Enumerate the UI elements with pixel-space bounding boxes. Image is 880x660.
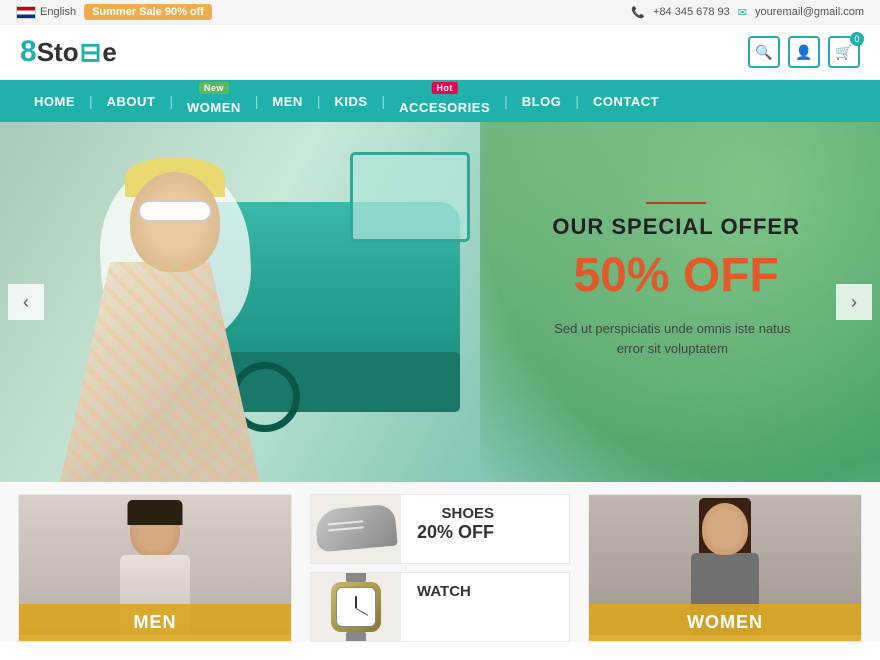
flag-icon: [16, 6, 36, 19]
hero-car-scene: [0, 122, 500, 482]
cart-in-logo-icon: ⊟: [80, 37, 102, 67]
sale-badge: Summer Sale 90% off: [84, 4, 212, 20]
hero-title: OUR SPECIAL OFFER: [552, 214, 800, 240]
watch-hand-hour: [355, 596, 357, 608]
cart-icon: 🛒: [835, 44, 852, 61]
logo-8: 8: [20, 35, 37, 69]
shoes-name: SHOES: [417, 505, 494, 522]
watch-strap-top: [346, 572, 366, 582]
cart-count: 0: [850, 32, 864, 46]
email-icon: ✉: [738, 6, 747, 19]
car-mirror: [350, 152, 470, 242]
women-new-badge: New: [199, 82, 229, 94]
accesories-hot-badge: Hot: [431, 82, 458, 94]
chevron-right-icon: ›: [851, 292, 857, 313]
phone-icon: 📞: [631, 6, 645, 19]
user-icon: 👤: [795, 44, 812, 61]
woman-face: [130, 172, 220, 272]
watch-strap-bottom: [346, 632, 366, 642]
nav-item-home[interactable]: HOME: [20, 80, 89, 122]
chevron-left-icon: ‹: [23, 292, 29, 313]
sale-text: Summer Sale 90% off: [92, 6, 204, 18]
logo-store: Sto⊟e: [37, 37, 117, 68]
middle-cards: SHOES 20% OFF: [304, 494, 576, 642]
watch-card-image: [311, 573, 401, 641]
nav-item-blog[interactable]: BLOG: [508, 80, 576, 122]
man-hair: [128, 500, 183, 525]
logo[interactable]: 8 Sto⊟e: [20, 35, 117, 69]
nav-item-about[interactable]: ABOUT: [93, 80, 170, 122]
product-grid: MEN SHOES 20% OFF: [0, 482, 880, 642]
user-button[interactable]: 👤: [788, 36, 820, 68]
hero-offer: 50% OFF: [552, 248, 800, 303]
hero-description: Sed ut perspiciatis unde omnis iste natu…: [552, 319, 792, 358]
watch-container: [331, 572, 381, 642]
main-nav: HOME | ABOUT | New WOMEN | MEN | KIDS | …: [0, 80, 880, 122]
nav-item-contact[interactable]: CONTACT: [579, 80, 673, 122]
slider-prev-button[interactable]: ‹: [8, 284, 44, 320]
top-bar-left: English Summer Sale 90% off: [16, 4, 212, 20]
shoes-card-info: SHOES 20% OFF: [401, 495, 510, 563]
shoe-shape-container: [316, 507, 396, 552]
phone-number: +84 345 678 93: [653, 6, 730, 18]
women-label: WOMEN: [589, 604, 861, 641]
lang-label: English: [40, 6, 76, 18]
shoe-lace-1: [327, 520, 363, 525]
language-selector[interactable]: English: [16, 6, 76, 19]
hero-slider: OUR SPECIAL OFFER 50% OFF Sed ut perspic…: [0, 122, 880, 482]
watch-card-info: WATCH: [401, 573, 487, 641]
nav-item-women[interactable]: New WOMEN: [173, 80, 255, 122]
email-address: youremail@gmail.com: [755, 6, 864, 18]
header: 8 Sto⊟e 🔍 👤 🛒 0: [0, 25, 880, 80]
search-button[interactable]: 🔍: [748, 36, 780, 68]
shoe-shape: [314, 503, 397, 552]
slider-next-button[interactable]: ›: [836, 284, 872, 320]
shoes-discount: 20% OFF: [417, 522, 494, 543]
nav-item-men[interactable]: MEN: [258, 80, 316, 122]
top-bar: English Summer Sale 90% off 📞 +84 345 67…: [0, 0, 880, 25]
shoes-card-image: [311, 495, 401, 563]
watch-body: [331, 582, 381, 632]
men-label: MEN: [19, 604, 291, 641]
top-bar-right: 📞 +84 345 678 93 ✉ youremail@gmail.com: [631, 6, 864, 19]
shoes-card[interactable]: SHOES 20% OFF: [310, 494, 570, 564]
women-card[interactable]: WOMEN: [588, 494, 862, 642]
nav-item-kids[interactable]: KIDS: [320, 80, 381, 122]
hero-content: OUR SPECIAL OFFER 50% OFF Sed ut perspic…: [552, 202, 800, 358]
watch-hand-minute: [356, 608, 369, 616]
men-card[interactable]: MEN: [18, 494, 292, 642]
woman-sunglasses: [138, 200, 212, 222]
nav-item-accesories[interactable]: Hot ACCESORIES: [385, 80, 504, 122]
search-icon: 🔍: [755, 44, 772, 61]
shoe-lace-2: [328, 526, 364, 531]
shoe-laces-container: [327, 515, 368, 534]
watch-card[interactable]: WATCH: [310, 572, 570, 642]
women-face: [702, 503, 748, 555]
watch-name: WATCH: [417, 583, 471, 600]
header-icons: 🔍 👤 🛒 0: [748, 36, 860, 68]
watch-face: [336, 587, 376, 627]
hero-decorative-line: [646, 202, 706, 204]
cart-button[interactable]: 🛒 0: [828, 36, 860, 68]
